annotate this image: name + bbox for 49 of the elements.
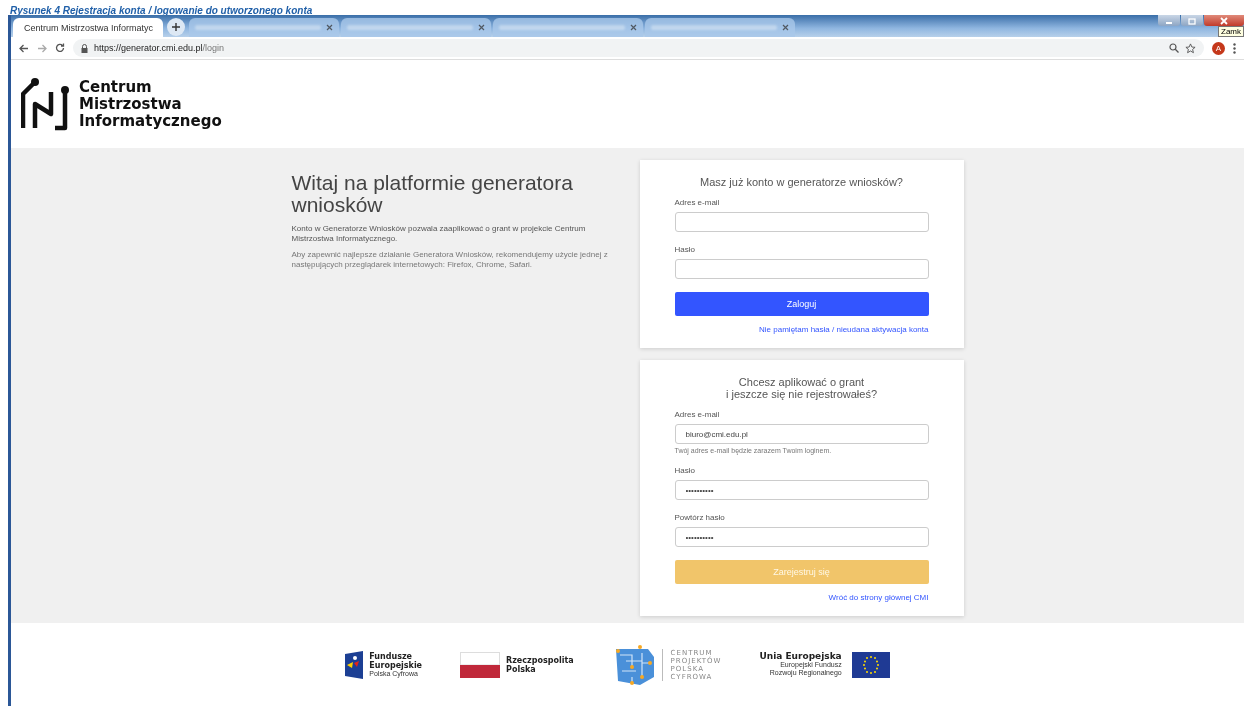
welcome-heading: Witaj na platformie generatora wniosków (291, 172, 574, 216)
minimize-button[interactable] (1158, 15, 1180, 26)
card-heading: Masz już konto w generatorze wniosków? (700, 176, 903, 188)
input-field[interactable]: •••••••••• (674, 480, 929, 500)
field-label: Adres e-mail (674, 410, 720, 419)
partner-logo-text: Rzeczpospolita Polska (506, 655, 574, 674)
tab-title: Centrum Mistrzostwa Informatyc (24, 22, 154, 33)
back-arrow-icon[interactable] (19, 43, 29, 53)
forward-arrow-icon[interactable] (37, 43, 47, 53)
forgot-password-link[interactable]: Nie pamiętam hasła / nieudana aktywacja konta (759, 325, 929, 334)
site-logo-text: Centrum Mistrzostwa Informatycznego (79, 78, 222, 130)
browser-tab[interactable]: Centrum Mistrzostwa Informatyc (13, 18, 163, 37)
star-icon[interactable] (1185, 42, 1196, 54)
intro-paragraph: Konto w Generatorze Wniosków pozwala zaaplikować o grant w projekcie Centrum Mistrzostwa Informatycznego. (291, 224, 587, 244)
url-text: https://generator.cmi.edu.pl/login (94, 43, 225, 53)
polish-flag-icon (460, 651, 501, 678)
plus-icon (172, 23, 180, 31)
intro-paragraph: Aby zapewnić najlepsze działanie Generatora Wniosków, rekomendujemy użycie jednej z następujących przeglądarek internetowych: Firefox, Chrome, Safari. (291, 250, 609, 270)
close-icon[interactable] (478, 24, 485, 31)
eu-funds-logo-icon (345, 650, 364, 679)
field-label: Hasło (674, 245, 695, 254)
menu-icon[interactable] (1233, 42, 1236, 54)
field-label: Powtórz hasło (674, 513, 725, 522)
close-icon[interactable] (630, 24, 637, 31)
close-window-icon (1219, 16, 1229, 25)
close-icon[interactable] (782, 24, 789, 31)
partner-logo-text: Fundusze Europejskie (369, 651, 423, 670)
input-field[interactable] (674, 212, 929, 232)
home-link[interactable]: Wróć do strony głównej CMI (828, 593, 929, 602)
address-bar[interactable]: https://generator.cmi.edu.pl/login (73, 39, 1204, 57)
close-icon[interactable] (326, 24, 333, 31)
figure-caption: Rysunek 4 Rejestracja konta / logowanie do utworzonego konta (10, 4, 314, 18)
close-window-button[interactable] (1204, 15, 1244, 26)
zoom-icon[interactable] (1169, 43, 1179, 53)
input-field[interactable]: •••••••••• (674, 527, 929, 547)
input-field[interactable]: biuro@cmi.edu.pl (674, 424, 929, 444)
input-field[interactable] (674, 259, 929, 279)
new-tab-button[interactable] (167, 18, 185, 36)
profile-avatar[interactable]: A (1212, 41, 1225, 55)
card-heading: Chcesz aplikować o grant i jeszcze się nie rejestrowałeś? (725, 376, 878, 400)
cmi-logo-icon (21, 76, 71, 132)
field-label: Hasło (674, 466, 695, 475)
maximize-icon (1187, 16, 1197, 25)
eu-flag-icon (851, 651, 890, 678)
reload-icon[interactable] (55, 43, 65, 53)
field-label: Adres e-mail (674, 198, 720, 207)
lock-icon (81, 43, 88, 53)
partner-logo-text: Unia Europejska (759, 652, 842, 661)
login-button[interactable]: Zaloguj (674, 292, 929, 316)
